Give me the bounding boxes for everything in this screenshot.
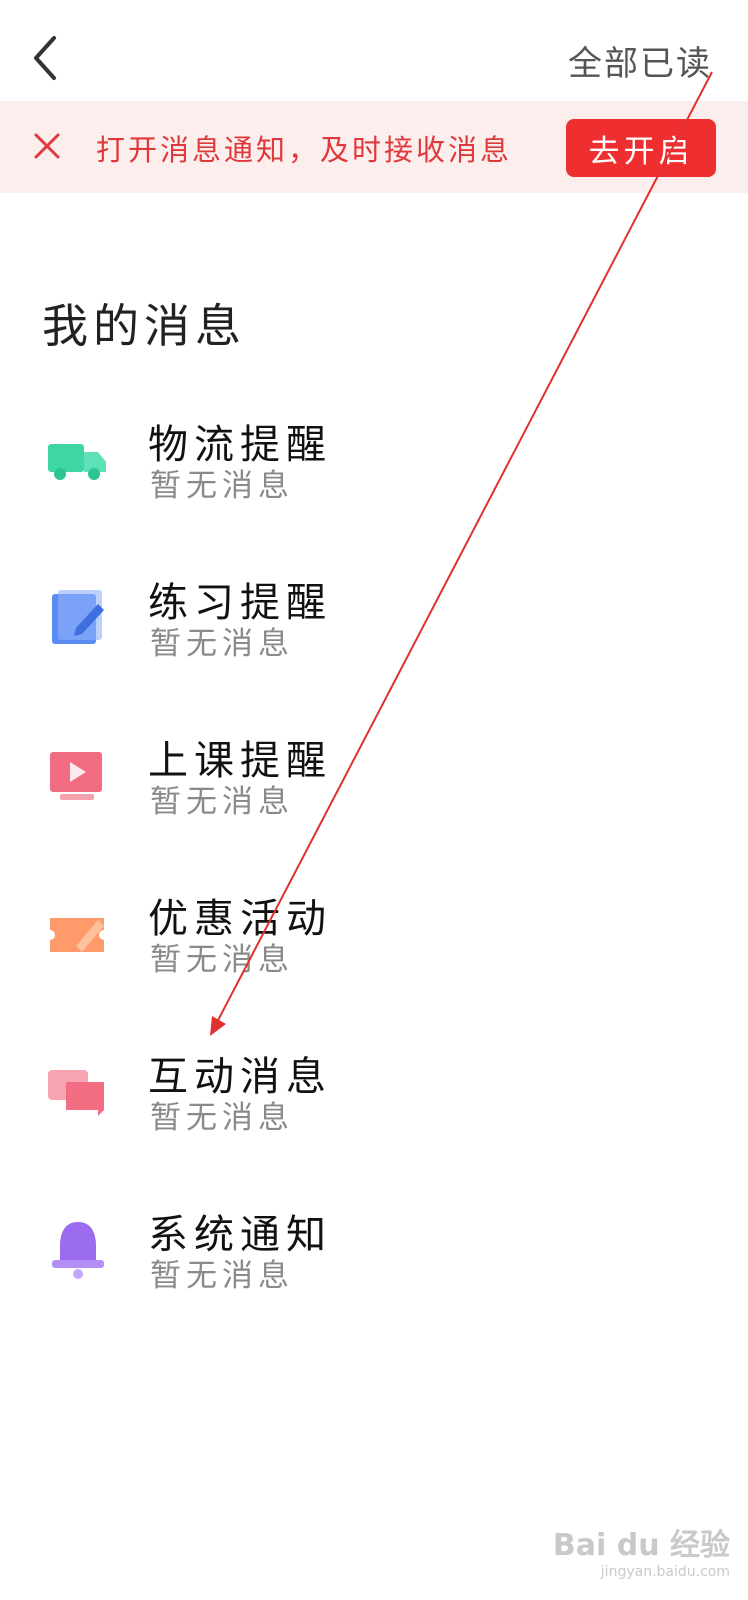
- message-category-status: 暂无消息: [150, 468, 294, 504]
- chevron-left-icon: [34, 36, 56, 80]
- top-bar: 全部已读: [0, 0, 748, 100]
- message-category-class[interactable]: 上课提醒 暂无消息: [0, 716, 748, 874]
- bell-icon: [52, 1222, 104, 1279]
- message-category-list: 物流提醒 暂无消息 练习提醒 暂无消息 上课提醒 暂无消息 优惠活动 暂无消息: [0, 400, 748, 1348]
- message-category-status: 暂无消息: [150, 1258, 294, 1294]
- mark-all-read-button[interactable]: 全部已读: [568, 36, 712, 85]
- banner-text: 打开消息通知，及时接收消息: [96, 133, 513, 167]
- message-category-interactions[interactable]: 互动消息 暂无消息: [0, 1032, 748, 1190]
- message-category-status: 暂无消息: [150, 626, 294, 662]
- message-category-practice[interactable]: 练习提醒 暂无消息: [0, 558, 748, 716]
- message-category-status: 暂无消息: [150, 784, 294, 820]
- close-icon: [34, 133, 60, 159]
- back-button[interactable]: [24, 34, 68, 82]
- message-category-status: 暂无消息: [150, 1100, 294, 1136]
- watermark: Bai du 经验 jingyan.baidu.com: [553, 1520, 730, 1580]
- ticket-icon: [50, 918, 104, 952]
- play-screen-icon: [50, 752, 102, 800]
- message-category-promotions[interactable]: 优惠活动 暂无消息: [0, 874, 748, 1032]
- message-category-status: 暂无消息: [150, 942, 294, 978]
- message-category-system[interactable]: 系统通知 暂无消息: [0, 1190, 748, 1348]
- watermark-url: jingyan.baidu.com: [600, 1564, 730, 1580]
- message-category-logistics[interactable]: 物流提醒 暂无消息: [0, 400, 748, 558]
- page-title: 我的消息: [42, 299, 246, 353]
- enable-notifications-button[interactable]: 去开启: [566, 119, 716, 177]
- notebook-pencil-icon: [52, 590, 104, 644]
- watermark-logo: Bai du 经验: [552, 1528, 730, 1563]
- banner-close-button[interactable]: [32, 131, 62, 161]
- chat-bubbles-icon: [48, 1070, 104, 1116]
- truck-icon: [48, 444, 106, 480]
